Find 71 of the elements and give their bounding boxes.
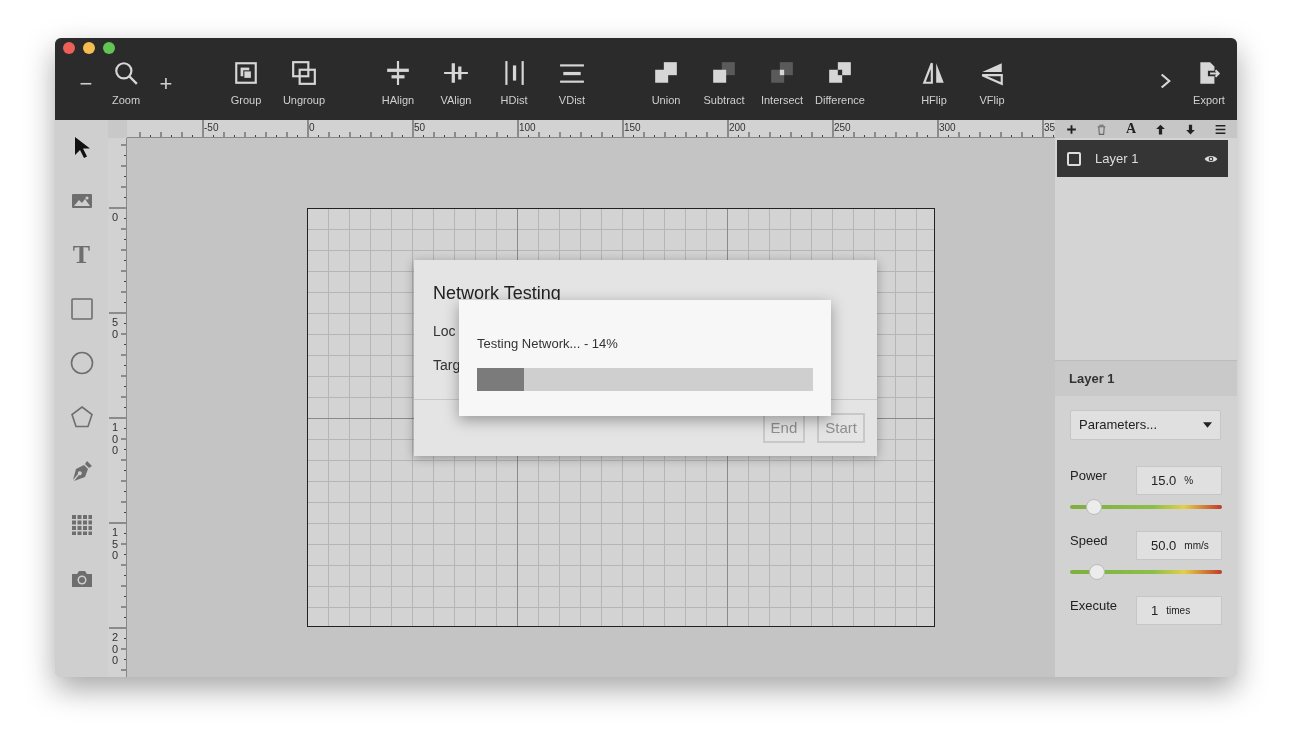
- tool-button[interactable]: VDist: [543, 60, 601, 109]
- tool-button[interactable]: Subtract: [695, 60, 753, 109]
- ruler-label: -50: [204, 123, 219, 133]
- ruler-label: 200: [729, 123, 746, 133]
- pentagon-icon: [69, 405, 94, 429]
- square-icon: [69, 297, 94, 321]
- tool-button[interactable]: Union: [637, 60, 695, 109]
- ruler-label: 100: [112, 422, 119, 457]
- progress-message: Testing Network... - 14%: [477, 335, 619, 353]
- window-control[interactable]: [63, 42, 75, 54]
- zoom-button[interactable]: Zoom: [101, 60, 151, 109]
- grid-icon: [69, 513, 94, 537]
- eye-icon[interactable]: [1204, 153, 1218, 164]
- trash-icon: [1095, 122, 1108, 136]
- intersect-icon: [769, 60, 795, 86]
- align-vertical-icon: [443, 60, 469, 86]
- panel-title: Layer 1: [1055, 360, 1237, 396]
- tool-button[interactable]: Difference: [811, 60, 869, 109]
- group-icon: [233, 60, 259, 86]
- flip-vertical-icon: [979, 60, 1005, 86]
- zoom-in-button[interactable]: +: [151, 60, 181, 109]
- dialog-title: Network Testing: [433, 282, 562, 305]
- tool-button[interactable]: Group: [217, 60, 275, 109]
- field-label: Power: [1070, 467, 1107, 485]
- slider-thumb[interactable]: [1089, 564, 1106, 580]
- field-label: Execute: [1070, 597, 1117, 615]
- ruler-label: 150: [112, 527, 119, 562]
- add-icon: [1065, 122, 1079, 136]
- tool-button[interactable]: Intersect: [753, 60, 811, 109]
- number-field[interactable]: 50.0 mm/s: [1136, 531, 1222, 560]
- field-label: Speed: [1070, 532, 1108, 550]
- layer-row[interactable]: Layer 1: [1057, 140, 1228, 177]
- number-field[interactable]: 1 times: [1136, 596, 1222, 625]
- menu-icon: [1213, 122, 1227, 136]
- circle-icon: [69, 351, 94, 375]
- export-button[interactable]: Export: [1181, 60, 1237, 109]
- ruler-label: 50: [112, 317, 119, 341]
- flip-horizontal-icon: [921, 60, 947, 86]
- subtract-icon: [711, 60, 737, 86]
- number-field[interactable]: 15.0 %: [1136, 466, 1222, 495]
- ungroup-icon: [291, 60, 317, 86]
- ruler-label: 50: [414, 123, 426, 133]
- slider-thumb[interactable]: [1086, 499, 1103, 515]
- zoom-out-button[interactable]: −: [71, 60, 101, 109]
- ruler-label: 35: [1044, 123, 1055, 133]
- ruler-label: 200: [112, 632, 119, 667]
- layer-tool-button[interactable]: A: [1123, 121, 1140, 137]
- tool-button[interactable]: VAlign: [427, 60, 485, 109]
- ruler-label: 0: [112, 212, 119, 224]
- ruler-label: 150: [624, 123, 641, 133]
- window-control[interactable]: [103, 42, 115, 54]
- search-icon: [113, 60, 139, 86]
- ruler-label: 250: [834, 123, 851, 133]
- difference-icon: [827, 60, 853, 86]
- layer-name: Layer 1: [1095, 149, 1140, 168]
- field-label: Targ: [433, 356, 462, 375]
- tool-button[interactable]: HDist: [485, 60, 543, 109]
- field-label: Loc: [433, 322, 457, 341]
- tool-button[interactable]: Ungroup: [275, 60, 333, 109]
- ruler-label: 100: [519, 123, 536, 133]
- ruler-label: 0: [309, 123, 315, 133]
- tool-button[interactable]: HFlip: [905, 60, 963, 109]
- checkbox[interactable]: [1067, 151, 1081, 166]
- parameters-dropdown[interactable]: Parameters...: [1070, 410, 1221, 440]
- union-icon: [653, 60, 679, 86]
- caret-icon: [1203, 422, 1212, 428]
- align-horizontal-icon: [385, 60, 411, 86]
- window-control[interactable]: [83, 42, 95, 54]
- ruler-label: 300: [939, 123, 956, 133]
- tool-button[interactable]: VFlip: [963, 60, 1021, 109]
- tool-button[interactable]: HAlign: [369, 60, 427, 109]
